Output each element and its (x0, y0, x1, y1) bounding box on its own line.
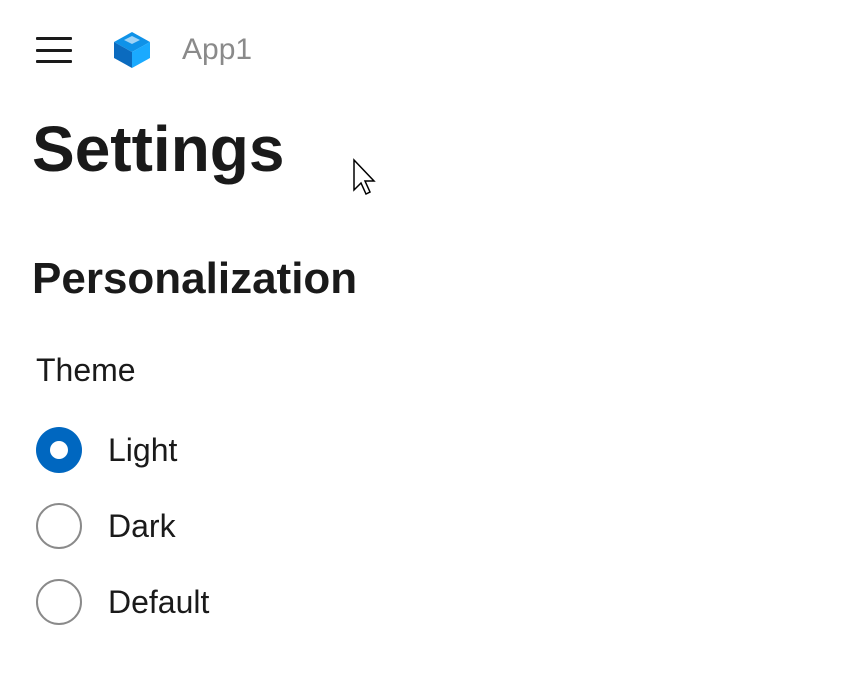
theme-radio-default[interactable]: Default (36, 579, 809, 625)
radio-icon (36, 579, 82, 625)
app-logo-icon (110, 28, 154, 72)
radio-label: Light (108, 432, 177, 469)
theme-radio-group: Light Dark Default (36, 427, 809, 625)
page-title: Settings (32, 114, 809, 184)
section-personalization-title: Personalization (32, 254, 809, 304)
theme-label: Theme (36, 352, 809, 389)
app-badge: App1 (110, 28, 252, 72)
radio-label: Default (108, 584, 209, 621)
app-title: App1 (182, 33, 252, 67)
header: App1 (0, 0, 841, 88)
radio-icon (36, 427, 82, 473)
radio-label: Dark (108, 508, 176, 545)
content: Settings Personalization Theme Light Dar… (0, 88, 841, 625)
theme-radio-light[interactable]: Light (36, 427, 809, 473)
theme-radio-dark[interactable]: Dark (36, 503, 809, 549)
hamburger-menu-icon[interactable] (36, 37, 72, 63)
radio-icon (36, 503, 82, 549)
